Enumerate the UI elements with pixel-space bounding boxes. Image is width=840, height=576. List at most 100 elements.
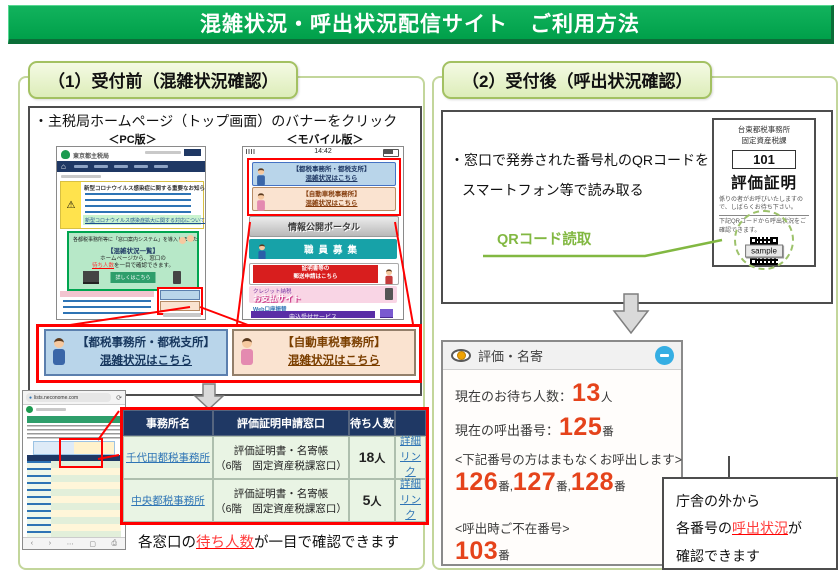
detail-link[interactable]: 詳細リンク [396, 477, 425, 524]
share-icon[interactable]: ⎙ [112, 540, 118, 548]
mascot-girl-icon [240, 338, 254, 368]
site-logo-icon [26, 406, 33, 413]
office-link[interactable]: 千代田都税事務所 [126, 450, 210, 465]
eye-icon [451, 349, 471, 362]
monitor-icon [83, 271, 99, 284]
mobile-banner-car-tax-office[interactable]: 【自動車税事務所】 混雑状況はこちら [252, 187, 396, 211]
mobile-banner-tax-office[interactable]: 【都税事務所・都税支所】 混雑状況はこちら [252, 162, 396, 186]
mobile-clock: 14:42 [243, 148, 403, 155]
soon-numbers-row: 126番,127番,128番 [455, 468, 681, 497]
monitor-icon [380, 309, 393, 318]
col-link [395, 410, 426, 436]
calling-number-row: 現在の呼出番号：125番 [455, 413, 681, 442]
page-title-bar: 混雑状況・呼出状況配信サイト ご利用方法 [8, 5, 834, 44]
banner-tax-office[interactable]: 【都税事務所・都税支所】 混雑状況はこちら [44, 329, 228, 376]
tokyo-tax-logo-icon [61, 150, 70, 159]
back-icon[interactable]: ‹ [31, 540, 33, 547]
phone-table-links-column[interactable] [27, 461, 51, 537]
pc-highlighted-banners[interactable] [157, 287, 203, 315]
qr-read-label: QRコード読取 [497, 228, 591, 249]
banner-car-tax-office-line1: 【自動車税事務所】 [282, 337, 386, 349]
left-instruction-text: ・主税局ホームページ（トップ画面）のバナーをクリック [34, 111, 397, 131]
left-caption: 各窓口の待ち人数が一目で確認できます [138, 531, 399, 552]
waiting-count: 5人 [349, 479, 395, 522]
phone-highlight-box [59, 438, 103, 468]
right-panel-heading: （2）受付後（呼出状況確認） [442, 61, 712, 99]
absent-number-row: 103番 [455, 537, 681, 566]
pc-version-label: ＜PC版＞ [70, 131, 195, 147]
left-panel-heading: （1）受付前（混雑状況確認） [28, 61, 298, 99]
status-widget-title: 評価・名寄 [478, 346, 543, 365]
tabs-icon[interactable]: ▢ [89, 540, 96, 548]
ticket-office2: 固定資産税課 [742, 136, 787, 145]
pc-news-links[interactable] [63, 300, 151, 317]
mobile-site-screenshot: 14:42 【都税事務所・都税支所】 混雑状況はこちら 【自動車税事務所】 混雑… [242, 146, 404, 320]
mobile-banner-payment[interactable]: クレジット納税 お支払サイト [249, 286, 397, 303]
absent-label: <呼出時ご不在番号> [455, 518, 681, 537]
home-icon[interactable]: ⌂ [61, 162, 66, 171]
pc-alert-title: 新型コロナウイルス感染症に関する重要なお知らせ [84, 184, 206, 192]
mobile-banner-web-account[interactable]: Web口座振替 申込受付サービス [249, 305, 397, 318]
pc-banner-button[interactable]: 詳しくはこちら [110, 272, 155, 283]
pc-alert-links[interactable] [85, 193, 191, 213]
banner-car-tax-office-line2: 混雑状況はこちら [288, 355, 380, 367]
phone-table-rows [51, 461, 121, 537]
col-office: 事務所名 [123, 410, 213, 436]
banner-tax-office-line2: 混雑状況はこちら [100, 355, 192, 367]
status-widget-header: 評価・名寄 [443, 342, 681, 370]
soon-label: <下記番号の方はまもなくお呼出します> [455, 449, 681, 468]
battery-icon [383, 149, 399, 157]
banner-tax-office-line1: 【都税事務所・都税支所】 [77, 337, 215, 349]
pc-news-header [60, 291, 154, 297]
office-link[interactable]: 中央都税事務所 [131, 493, 205, 508]
table-row: 中央都税事務所 評価証明書・名寄帳（6階 固定資産税課窓口） 5人 詳細リンク [123, 479, 426, 522]
col-window: 評価証明申請窓口 [213, 410, 349, 436]
pc-site-logo-text: 東京都主税局 [73, 151, 109, 160]
url-text: lists.neconome.com [34, 395, 78, 401]
pc-congestion-banner[interactable]: 各都税事務所等に「窓口案内システム」を導入しました 【混雑状況一覧】 ホームペー… [67, 231, 199, 291]
refresh-icon[interactable]: ⟳ [116, 394, 122, 402]
mascot-boy-icon [52, 338, 66, 368]
pc-banner-line3: 待ち人数を一目で確認できます。 [69, 261, 197, 269]
mobile-highlighted-banners: 【都税事務所・都税支所】 混雑状況はこちら 【自動車税事務所】 混雑状況はこちら [247, 158, 401, 216]
qr-highlight-circle [734, 210, 794, 270]
mobile-banner-portal[interactable]: 情報公開ポータル [249, 216, 399, 237]
detail-link[interactable]: 詳細リンク [396, 434, 425, 481]
page: 混雑状況・呼出状況配信サイト ご利用方法 ・主税局ホームページ（トップ画面）のバ… [0, 0, 840, 576]
qr-instruction-line1: ・窓口で発券された番号札のQRコードを [450, 150, 709, 170]
pc-nav-bar[interactable]: ⌂ [57, 161, 205, 172]
pc-footer-bar [163, 313, 201, 317]
collapse-button[interactable] [655, 346, 674, 365]
ticket-service: 評価証明 [714, 171, 814, 193]
smartphone-icon [173, 271, 181, 284]
waiting-table: 事務所名 評価証明申請窓口 待ち人数 千代田都税事務所 評価証明書・名寄帳（6階… [120, 407, 429, 525]
pc-header-text-bar [145, 151, 181, 154]
pc-alert-footer-link[interactable]: 新型コロナウイルス感染症拡大に関する対応について（詳細はこちら） [83, 215, 201, 225]
mascot-face-icon [179, 237, 186, 244]
waiting-count: 18人 [349, 436, 395, 479]
mobile-banner-mail-request[interactable]: 証明書等の郵送申請はこちら [249, 263, 399, 285]
pc-site-screenshot: 東京都主税局 ⌂ ⚠ 新型コロナウイルス感染症に関する重要なお知らせ 新型コロナ… [56, 146, 206, 320]
pc-breadcrumb-bar [61, 175, 101, 178]
table-row: 千代田都税事務所 評価証明書・名寄帳（6階 固定資産税課窓口） 18人 詳細リン… [123, 436, 426, 479]
waiting-count-row: 現在のお待ち人数：13人 [455, 379, 681, 408]
phone-list-screenshot: ● lists.neconome.com ⟳ ‹ › ⋯ ▢ ⎙ [22, 390, 126, 550]
forward-icon[interactable]: › [49, 540, 51, 547]
smartphone-icon [385, 288, 393, 300]
browser-url-bar[interactable]: ● lists.neconome.com [26, 393, 111, 402]
warning-icon: ⚠ [61, 182, 81, 228]
banner-car-tax-office[interactable]: 【自動車税事務所】 混雑状況はこちら [232, 329, 416, 376]
pc-alert-box: ⚠ 新型コロナウイルス感染症に関する重要なお知らせ 新型コロナウイルス感染症拡大… [60, 181, 204, 229]
pc-search-button[interactable] [184, 149, 201, 156]
outside-callout: 庁舎の外から 各番号の呼出状況が 確認できます [662, 477, 838, 570]
qr-instruction-line2: スマートフォン等で読み取る [462, 180, 644, 200]
callout-leader-line [728, 456, 730, 478]
ticket-number: 101 [732, 150, 796, 169]
mobile-banner-recruit[interactable]: 職員募集 [249, 239, 397, 259]
col-waiting: 待ち人数 [349, 410, 395, 436]
mobile-version-label: ＜モバイル版＞ [255, 131, 395, 147]
mascot-face-icon [187, 235, 194, 242]
call-status-widget: 評価・名寄 現在のお待ち人数：13人 現在の呼出番号：125番 <下記番号の方は… [441, 340, 683, 566]
more-icon[interactable]: ⋯ [67, 540, 74, 548]
table-header-row: 事務所名 評価証明申請窓口 待ち人数 [123, 410, 426, 436]
